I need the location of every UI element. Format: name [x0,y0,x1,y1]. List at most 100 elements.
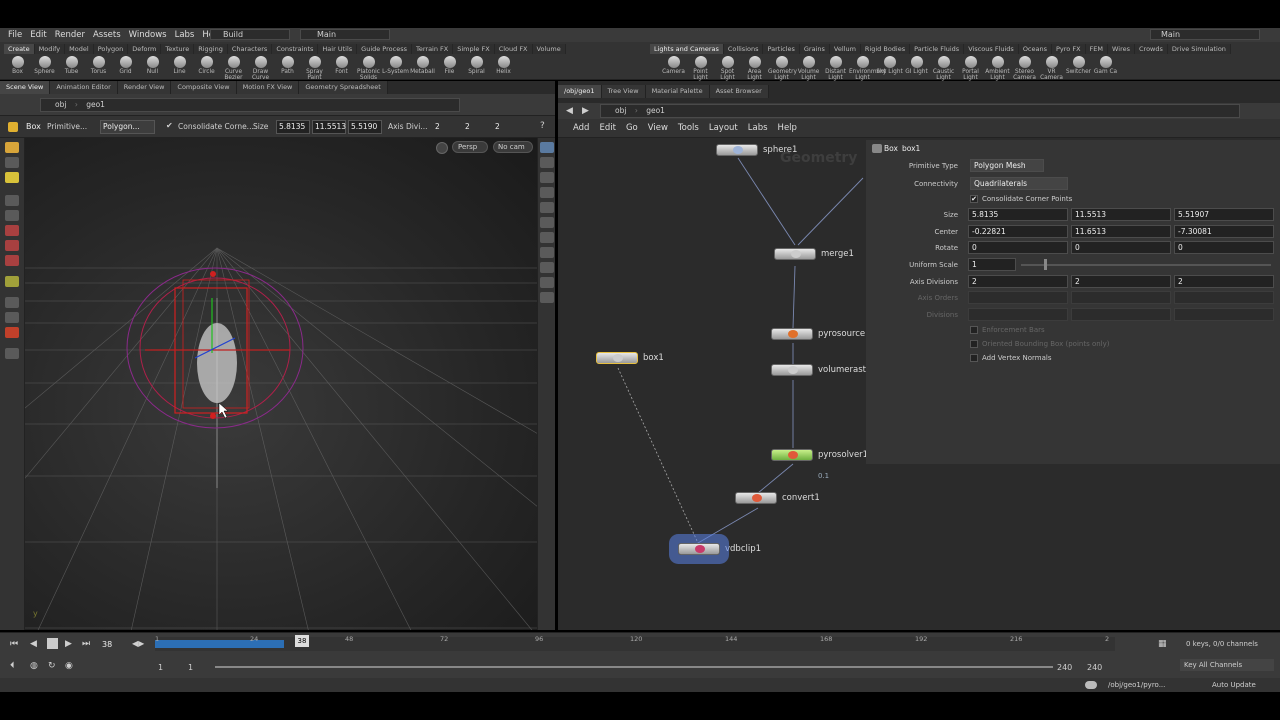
tool-line[interactable]: Line [166,55,193,81]
network-menu-help[interactable]: Help [773,123,802,133]
scene-path[interactable]: obj › geo1 [40,98,460,112]
timeline-ruler[interactable]: 1 24 48 72 96 120 144 168 192 216 2 38 [155,635,1115,651]
shelf-tab-particle-fluids[interactable]: Particle Fluids [910,44,965,54]
last-frame-icon[interactable]: ⏭ [82,639,90,649]
tool-metaball[interactable]: Metaball [409,55,436,81]
select-tool-icon[interactable] [5,142,19,153]
scene-viewport[interactable]: y Persp No cam [25,138,537,630]
network-menu-go[interactable]: Go [621,123,643,133]
tab-animation-editor[interactable]: Animation Editor [50,81,118,94]
network-menu-edit[interactable]: Edit [594,123,620,133]
range-end-2[interactable]: 240 [1087,663,1102,672]
shelf-tab-polygon[interactable]: Polygon [93,44,129,54]
shelf-tab-constraints[interactable]: Constraints [272,44,319,54]
brush-tool-icon[interactable] [5,312,19,323]
pose-tool-icon[interactable] [5,157,19,168]
primitive-type-select[interactable]: Polygon Mesh [970,159,1044,172]
tool-font[interactable]: Font [328,55,355,81]
rotate-z-param[interactable]: 0 [1174,241,1274,254]
tab-asset-browser[interactable]: Asset Browser [709,85,769,98]
network-path-geo1[interactable]: geo1 [646,106,665,115]
tool-point-light[interactable]: Point Light [687,55,714,81]
path-geo1[interactable]: geo1 [86,100,105,109]
tool-grid[interactable]: Grid [112,55,139,81]
lock-icon[interactable] [436,142,448,154]
shelf-tab-modify[interactable]: Modify [34,44,66,54]
menu-labs[interactable]: Labs [171,30,199,40]
tool-environment-light[interactable]: Environment Light [849,55,886,81]
snap-display-icon[interactable] [539,262,554,273]
tool-box[interactable]: Box [4,55,31,81]
handle-top[interactable] [210,271,216,277]
node-pyrosolver1[interactable]: pyrosolver1 [771,449,868,461]
primitive-type-menu[interactable]: Polygon... [100,120,155,134]
uv-icon[interactable] [539,247,554,258]
network-menu-add[interactable]: Add [568,123,594,133]
tool-path[interactable]: Path [274,55,301,81]
tool-portal-light[interactable]: Portal Light [957,55,984,81]
path-obj[interactable]: obj [55,100,66,109]
shelf-tab-viscous-fluids[interactable]: Viscous Fluids [964,44,1019,54]
axis-div-z-param[interactable]: 2 [1174,275,1274,288]
center-x-param[interactable]: -0.22821 [968,225,1068,238]
tool-spot-light[interactable]: Spot Light [714,55,741,81]
tab--obj-geo1[interactable]: /obj/geo1 [558,85,602,98]
shelf-tab-texture[interactable]: Texture [161,44,195,54]
uniform-scale-slider[interactable] [1021,264,1271,266]
check-icon[interactable]: ✔ [166,121,173,130]
network-path[interactable]: obj › geo1 [600,104,1240,118]
camera-menu[interactable]: No cam [493,141,533,153]
center-y-param[interactable]: 11.6513 [1071,225,1171,238]
snap-tool-icon[interactable] [5,348,19,359]
scale-tool-icon[interactable] [5,255,19,266]
shelf-tab-crowds[interactable]: Crowds [1135,44,1168,54]
play-icon[interactable]: ▶ [65,639,72,649]
tool-vr-camera[interactable]: VR Camera [1038,55,1065,81]
key-all-channels-button[interactable]: Key All Channels [1180,659,1274,671]
persp-menu[interactable]: Persp [452,141,488,153]
shelf-tab-deform[interactable]: Deform [128,44,162,54]
shelf-tab-wires[interactable]: Wires [1108,44,1136,54]
tool-platonic-solids[interactable]: Platonic Solids [355,55,382,81]
range-start[interactable]: 1 [158,663,163,672]
channel-icon[interactable]: ▦ [1158,639,1167,649]
shelf-tab-drive-simulation[interactable]: Drive Simulation [1167,44,1231,54]
network-menu-view[interactable]: View [643,123,673,133]
menu-edit[interactable]: Edit [26,30,50,40]
playhead[interactable]: 38 [295,635,309,647]
shelf-tab-cloud-fx[interactable]: Cloud FX [494,44,533,54]
tab-scene-view[interactable]: Scene View [0,81,51,94]
shelf-tab-simple-fx[interactable]: Simple FX [453,44,495,54]
first-frame-icon[interactable]: ⏮ [10,639,18,649]
node-sphere1[interactable]: sphere1 [716,144,797,156]
rotate-x-param[interactable]: 0 [968,241,1068,254]
tool-torus[interactable]: Torus [85,55,112,81]
tab-render-view[interactable]: Render View [117,81,172,94]
tool-caustic-light[interactable]: Caustic Light [930,55,957,81]
normals-icon[interactable] [539,232,554,243]
render-display-icon[interactable] [539,292,554,303]
tool-l-system[interactable]: L-System [382,55,409,81]
tab-material-palette[interactable]: Material Palette [645,85,710,98]
tool-geometry-light[interactable]: Geometry Light [768,55,797,81]
node-box1[interactable]: box1 [596,352,664,364]
step-back-icon[interactable]: ◀ [30,639,37,649]
size-y-param[interactable]: 11.5513 [1071,208,1171,221]
shelf-tab-collisions[interactable]: Collisions [723,44,764,54]
tab-tree-view[interactable]: Tree View [601,85,646,98]
lock-tool-icon[interactable] [5,210,19,221]
size-z-field[interactable]: 5.5190 [348,120,382,134]
tool-sphere[interactable]: Sphere [31,55,58,81]
range-slider[interactable] [215,666,1053,668]
tab-geometry-spreadsheet[interactable]: Geometry Spreadsheet [299,81,388,94]
uniform-scale-handle[interactable] [1044,259,1047,270]
sync-icon[interactable]: ◉ [65,661,73,671]
axis-div-y-param[interactable]: 2 [1071,275,1171,288]
enforcement-bars-checkbox[interactable]: Enforcement Bars [970,326,1045,334]
tool-stereo-camera[interactable]: Stereo Camera [1011,55,1038,81]
oriented-bbox-checkbox[interactable]: Oriented Bounding Box (points only) [970,340,1109,348]
tool-camera[interactable]: Camera [660,55,687,81]
tool-gi-light[interactable]: GI Light [903,55,930,81]
shelf-tab-hair-utils[interactable]: Hair Utils [318,44,358,54]
node-pyrosolver1-body[interactable] [771,449,813,461]
